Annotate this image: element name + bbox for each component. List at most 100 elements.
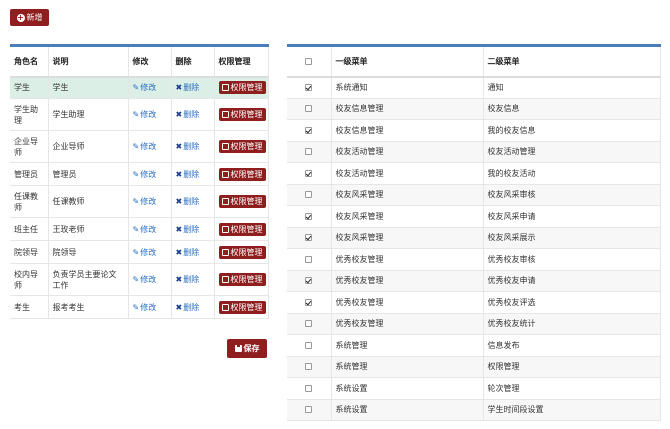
level1-menu-cell: 优秀校友管理 <box>331 270 484 292</box>
delete-link[interactable]: ✖删除 <box>176 110 200 119</box>
menu-checkbox[interactable] <box>305 298 313 306</box>
menu-row[interactable]: 优秀校友管理 优秀校友评选 <box>287 291 661 314</box>
edit-link[interactable]: ✎修改 <box>133 142 157 151</box>
menu-checkbox[interactable] <box>305 277 313 285</box>
menu-checkbox[interactable] <box>305 384 313 392</box>
permission-button[interactable]: 权限管理 <box>218 140 266 153</box>
delete-link[interactable]: ✖删除 <box>176 142 200 151</box>
menu-row[interactable]: 校友风采管理 校友风采审核 <box>287 184 661 206</box>
menu-row[interactable]: 校友活动管理 校友活动管理 <box>287 141 661 163</box>
level2-menu-cell: 校友风采展示 <box>483 227 661 249</box>
add-button-label: 新增 <box>26 13 43 22</box>
menu-row[interactable]: 系统管理 信息发布 <box>287 334 661 357</box>
menu-row[interactable]: 系统通知 通知 <box>287 76 661 99</box>
menu-row[interactable]: 优秀校友管理 优秀校友审核 <box>287 248 661 271</box>
menu-checkbox[interactable] <box>305 126 313 134</box>
add-button[interactable]: + 新增 <box>10 9 49 26</box>
delete-cell: ✖删除 <box>171 263 215 296</box>
select-all-checkbox[interactable] <box>305 57 313 65</box>
menu-row[interactable]: 系统管理 权限管理 <box>287 356 661 378</box>
permission-button[interactable]: 权限管理 <box>218 108 266 121</box>
delete-link[interactable]: ✖删除 <box>176 83 200 92</box>
menu-checkbox[interactable] <box>305 84 313 91</box>
delete-link[interactable]: ✖删除 <box>176 197 200 206</box>
role-row[interactable]: 院领导 院领导 ✎修改 ✖删除 权限管理 <box>10 240 269 264</box>
menu-checkbox[interactable] <box>305 255 313 263</box>
menu-checkbox[interactable] <box>305 169 313 177</box>
menu-checkbox[interactable] <box>305 234 313 242</box>
edit-link[interactable]: ✎修改 <box>133 275 157 284</box>
role-name-cell: 任课教师 <box>10 185 49 218</box>
permission-cell: 权限管理 <box>214 76 269 99</box>
col-header-delete: 删除 <box>171 45 215 78</box>
menu-row[interactable]: 校友信息管理 我的校友信息 <box>287 119 661 142</box>
delete-link-label: 删除 <box>183 247 200 257</box>
permission-button[interactable]: 权限管理 <box>218 167 266 181</box>
menu-checkbox[interactable] <box>305 320 313 328</box>
menu-row[interactable]: 校友信息管理 校友信息 <box>287 98 661 120</box>
edit-link[interactable]: ✎修改 <box>133 170 157 179</box>
menu-row[interactable]: 校友风采管理 校友风采申请 <box>287 205 661 228</box>
permission-cell: 权限管理 <box>214 98 269 131</box>
delete-cell: ✖删除 <box>171 162 215 186</box>
role-row[interactable]: 校内导师 负责学员主要论文工作 ✎修改 ✖删除 权限管理 <box>10 263 269 296</box>
edit-link[interactable]: ✎修改 <box>133 225 157 234</box>
menu-checkbox[interactable] <box>305 406 313 414</box>
role-row[interactable]: 班主任 王玫老师 ✎修改 ✖删除 权限管理 <box>10 217 269 241</box>
menu-row[interactable]: 校友风采管理 校友风采展示 <box>287 227 661 249</box>
permission-button[interactable]: 权限管理 <box>218 81 266 95</box>
permission-button[interactable]: 权限管理 <box>218 300 266 314</box>
menu-checkbox-cell <box>287 356 332 378</box>
role-description-cell: 任课教师 <box>48 185 129 218</box>
permission-button-label: 权限管理 <box>230 142 263 151</box>
menu-row[interactable]: 优秀校友管理 优秀校友申请 <box>287 270 661 292</box>
role-name-cell: 管理员 <box>10 162 49 186</box>
menu-checkbox-cell <box>287 227 332 249</box>
role-row[interactable]: 企业导师 企业导师 ✎修改 ✖删除 权限管理 <box>10 130 269 163</box>
edit-icon: ✎ <box>132 275 140 284</box>
checkbox-edit-icon <box>221 276 229 283</box>
delete-link[interactable]: ✖删除 <box>176 303 200 312</box>
menu-row[interactable]: 系统设置 轮次管理 <box>287 377 661 400</box>
menu-row[interactable]: 优秀校友管理 优秀校友统计 <box>287 313 661 335</box>
delete-link[interactable]: ✖删除 <box>176 225 200 234</box>
role-row[interactable]: 学生 学生 ✎修改 ✖删除 权限管理 <box>10 76 269 99</box>
delete-link[interactable]: ✖删除 <box>176 170 200 179</box>
menu-checkbox[interactable] <box>305 148 313 156</box>
role-row[interactable]: 管理员 管理员 ✎修改 ✖删除 权限管理 <box>10 162 269 186</box>
delete-link[interactable]: ✖删除 <box>176 275 200 284</box>
level2-menu-cell: 优秀校友审核 <box>483 248 661 271</box>
role-row[interactable]: 学生助理 学生助理 ✎修改 ✖删除 权限管理 <box>10 98 269 131</box>
role-row[interactable]: 任课教师 任课教师 ✎修改 ✖删除 权限管理 <box>10 185 269 218</box>
menu-checkbox[interactable] <box>305 341 313 349</box>
permission-button-label: 权限管理 <box>230 83 263 93</box>
edit-cell: ✎修改 <box>128 240 172 264</box>
level1-menu-cell: 系统设置 <box>331 377 484 400</box>
menu-checkbox-cell <box>287 119 332 142</box>
role-name-cell: 校内导师 <box>10 263 49 296</box>
edit-link[interactable]: ✎修改 <box>133 110 157 119</box>
permission-button[interactable]: 权限管理 <box>218 195 266 208</box>
edit-link[interactable]: ✎修改 <box>133 197 157 206</box>
menu-row[interactable]: 系统设置 学生时间段设置 <box>287 399 661 421</box>
edit-link[interactable]: ✎修改 <box>133 303 157 312</box>
permission-button[interactable]: 权限管理 <box>218 222 266 236</box>
delete-x-icon: ✖ <box>175 169 183 179</box>
permission-button[interactable]: 权限管理 <box>218 245 266 259</box>
role-row[interactable]: 考生 报考考生 ✎修改 ✖删除 权限管理 <box>10 295 269 319</box>
delete-link[interactable]: ✖删除 <box>176 248 200 257</box>
edit-link[interactable]: ✎修改 <box>133 248 157 257</box>
permission-button-label: 权限管理 <box>230 247 263 257</box>
menu-checkbox[interactable] <box>305 191 313 199</box>
permission-button-label: 权限管理 <box>230 110 263 119</box>
permission-cell: 权限管理 <box>214 263 269 296</box>
menu-checkbox[interactable] <box>305 105 313 113</box>
permission-button[interactable]: 权限管理 <box>218 273 266 286</box>
save-button[interactable]: 保存 <box>227 339 267 358</box>
edit-cell: ✎修改 <box>128 217 172 241</box>
menu-checkbox[interactable] <box>305 212 313 220</box>
menu-checkbox[interactable] <box>305 363 313 371</box>
edit-link[interactable]: ✎修改 <box>133 83 157 92</box>
menu-row[interactable]: 校友活动管理 我的校友活动 <box>287 162 661 185</box>
edit-icon: ✎ <box>132 224 140 234</box>
